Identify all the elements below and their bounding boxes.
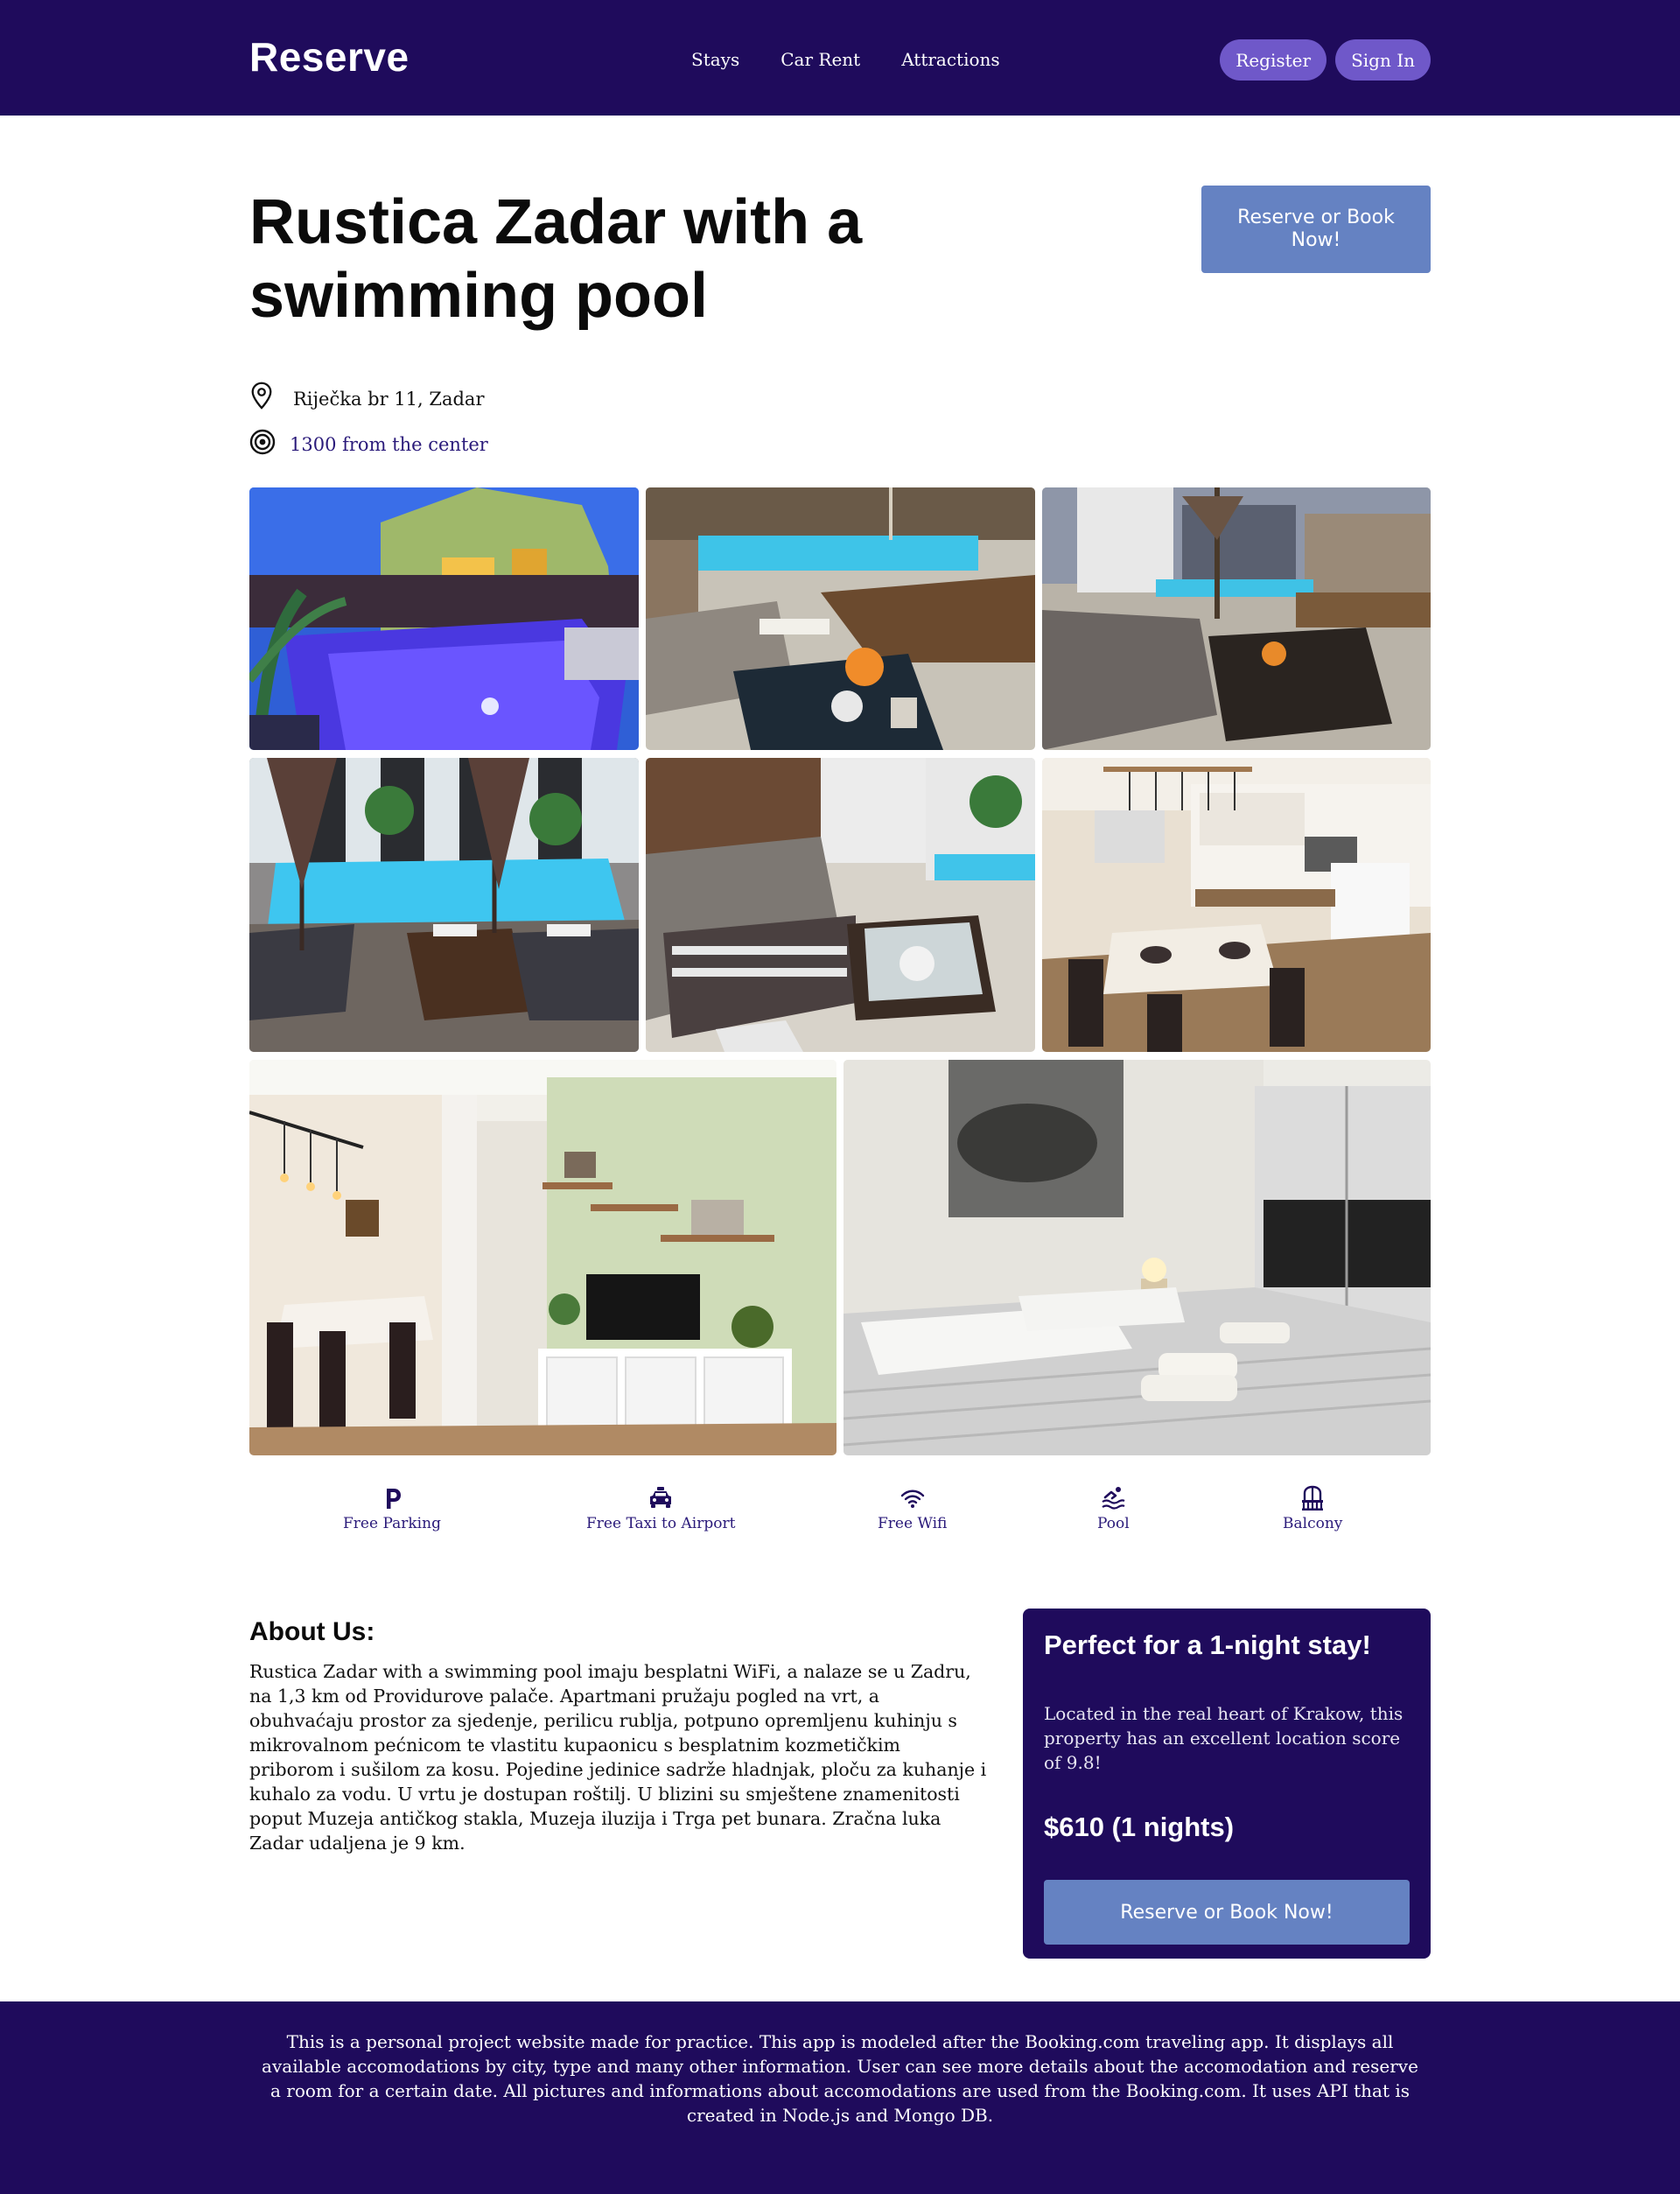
booking-card: Perfect for a 1-night stay! Located in t… (1023, 1609, 1431, 1959)
photo-pool-lounge-table[interactable] (646, 487, 1035, 750)
amenity-label: Balcony (1283, 1515, 1343, 1532)
footer-text: This is a personal project website made … (262, 2031, 1418, 2126)
booking-card-description: Located in the real heart of Krakow, thi… (1044, 1703, 1404, 1773)
register-button[interactable]: Register (1220, 39, 1327, 81)
nav-link-attractions[interactable]: Attractions (901, 49, 999, 70)
amenity-free-taxi: Free Taxi to Airport (586, 1485, 735, 1532)
amenity-free-wifi: Free Wifi (878, 1485, 947, 1532)
amenity-label: Free Wifi (878, 1515, 948, 1532)
nav-link-car-rent[interactable]: Car Rent (780, 49, 860, 70)
photo-pool-night[interactable] (249, 487, 639, 750)
distance-from-center: 1300 from the center (290, 434, 488, 455)
booking-price: $610 (1 nights) (1044, 1812, 1235, 1842)
footer: This is a personal project website made … (0, 2001, 1680, 2194)
hotel-title: Rustica Zadar with a swimming pool (249, 187, 863, 331)
booking-card-title: Perfect for a 1-night stay! (1044, 1630, 1371, 1660)
location-pin-icon (251, 382, 272, 410)
amenity-free-parking: Free Parking (343, 1485, 441, 1532)
reserve-book-button-card[interactable]: Reserve or Book Now! (1044, 1880, 1410, 1945)
photo-terrace-sofa[interactable] (646, 758, 1035, 1052)
amenity-label: Free Taxi to Airport (586, 1515, 736, 1532)
hotel-address: Riječka br 11, Zadar (293, 389, 485, 410)
photo-living-room[interactable] (249, 1060, 836, 1455)
photo-pool-lounge-wide[interactable] (1042, 487, 1431, 750)
photo-pool-umbrellas[interactable] (249, 758, 639, 1052)
parking-icon (386, 1489, 401, 1509)
amenity-balcony: Balcony (1283, 1485, 1342, 1532)
about-heading: About Us: (249, 1617, 375, 1646)
wifi-icon (900, 1490, 924, 1508)
pool-icon (1102, 1487, 1125, 1510)
nav-links: Stays Car Rent Attractions (691, 49, 1000, 70)
about-description: Rustica Zadar with a swimming pool imaju… (249, 1661, 987, 1854)
amenity-label: Pool (1097, 1515, 1130, 1532)
photo-bedroom[interactable] (844, 1060, 1431, 1455)
nav-link-stays[interactable]: Stays (691, 49, 739, 70)
site-logo[interactable]: Reserve (249, 33, 410, 81)
address-row: Riječka br 11, Zadar (249, 382, 485, 410)
balcony-icon (1302, 1485, 1324, 1511)
sign-in-button[interactable]: Sign In (1335, 39, 1431, 81)
photo-kitchen-dining[interactable] (1042, 758, 1431, 1052)
target-icon (249, 429, 276, 455)
taxi-icon (650, 1487, 672, 1508)
navbar: Reserve Stays Car Rent Attractions Regis… (0, 0, 1680, 116)
distance-row: 1300 from the center (249, 429, 488, 455)
amenity-pool: Pool (1097, 1485, 1130, 1532)
auth-buttons: Register Sign In (1220, 39, 1431, 81)
reserve-book-button-top[interactable]: Reserve or Book Now! (1201, 186, 1431, 273)
amenity-label: Free Parking (343, 1515, 441, 1532)
